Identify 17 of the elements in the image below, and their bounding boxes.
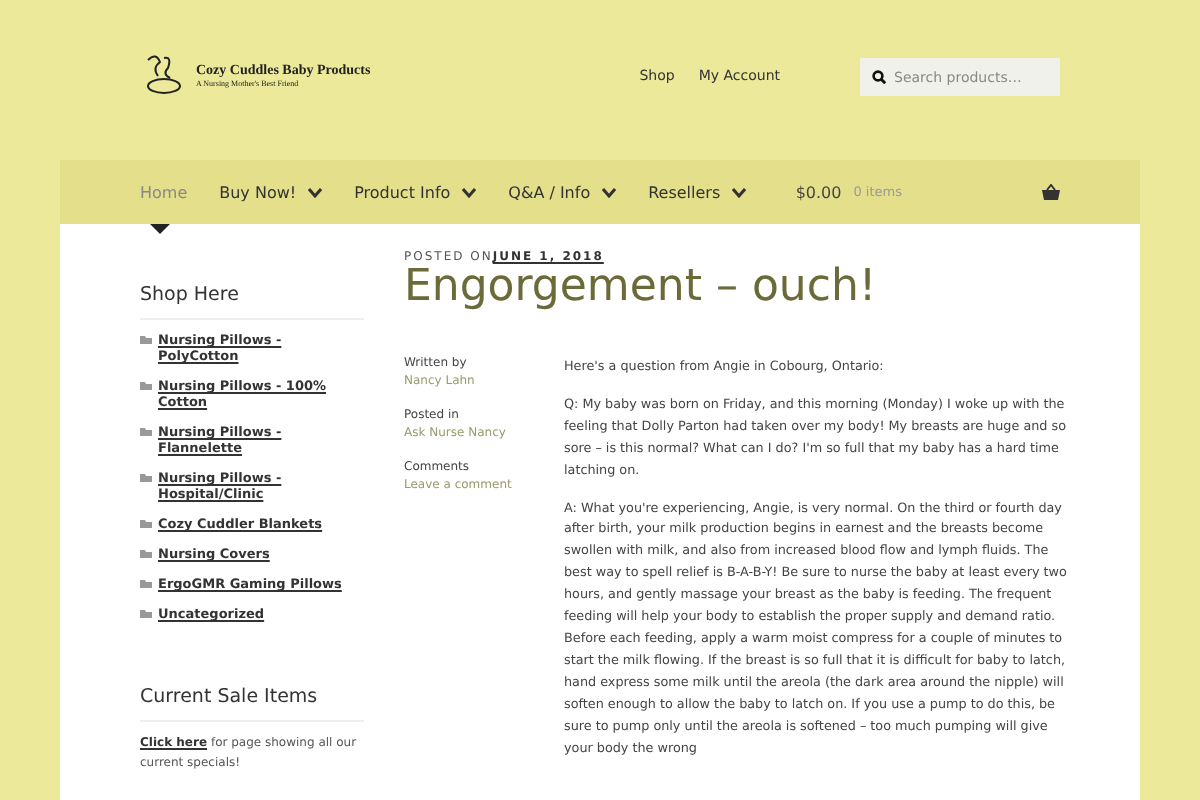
nav-item[interactable]: Product Info [354, 183, 477, 201]
folder-icon [140, 580, 152, 588]
nav-item[interactable]: Resellers [648, 183, 747, 201]
basket-icon[interactable] [1042, 184, 1060, 200]
folder-icon [140, 382, 152, 390]
nav-item[interactable]: Q&A / Info [508, 183, 617, 201]
folder-icon [140, 428, 152, 436]
folder-icon [140, 336, 152, 344]
cart-total[interactable]: $0.00 [795, 183, 842, 201]
post-title: Engorgement – ouch! [404, 264, 879, 312]
sidebar-heading: Current Sale Items [140, 686, 364, 722]
sidebar-heading: Shop Here [140, 284, 364, 320]
nav-item[interactable]: Buy Now! [219, 183, 323, 201]
folder-icon [140, 610, 152, 618]
folder-icon [140, 550, 152, 558]
folder-icon [140, 520, 152, 528]
folder-icon [140, 474, 152, 482]
